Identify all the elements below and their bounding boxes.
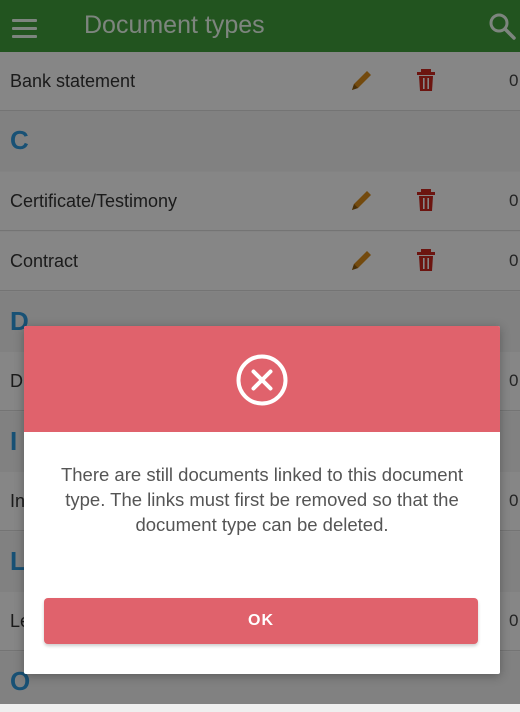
dialog-message: There are still documents linked to this… [60, 464, 464, 535]
dialog-header [24, 326, 500, 432]
error-dialog: There are still documents linked to this… [24, 326, 500, 674]
ok-button[interactable]: OK [44, 598, 478, 644]
error-circle-x-icon [236, 354, 288, 406]
